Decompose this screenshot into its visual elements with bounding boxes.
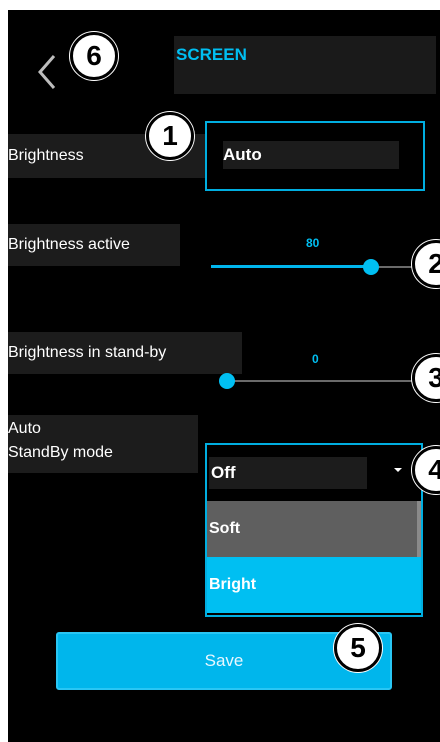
back-button[interactable] bbox=[34, 46, 66, 98]
slider-thumb[interactable] bbox=[363, 259, 379, 275]
callout-1: 1 bbox=[146, 112, 194, 160]
page-title: SCREEN bbox=[174, 36, 436, 94]
brightness-active-slider[interactable] bbox=[211, 255, 440, 279]
callout-6: 6 bbox=[70, 32, 118, 80]
dropdown-option-bright[interactable]: Bright bbox=[207, 557, 421, 613]
page-title-text: SCREEN bbox=[176, 45, 247, 64]
slider-thumb[interactable] bbox=[219, 373, 235, 389]
callout-3: 3 bbox=[412, 354, 440, 402]
auto-standby-label-line2: StandBy mode bbox=[8, 444, 113, 461]
caret-down-icon[interactable] bbox=[393, 465, 403, 475]
brightness-active-label: Brightness active bbox=[8, 224, 180, 266]
dropdown-option-soft[interactable]: Soft bbox=[207, 501, 421, 557]
slider-track bbox=[225, 380, 440, 382]
callout-2: 2 bbox=[412, 240, 440, 288]
brightness-standby-value: 0 bbox=[312, 352, 319, 366]
callout-5: 5 bbox=[334, 624, 382, 672]
auto-standby-dropdown[interactable]: Off Soft Bright bbox=[205, 443, 423, 617]
brightness-select[interactable]: Auto bbox=[205, 121, 425, 191]
brightness-standby-label: Brightness in stand-by bbox=[8, 332, 242, 374]
chevron-left-icon bbox=[38, 55, 56, 89]
auto-standby-label-line1: Auto bbox=[8, 420, 41, 437]
auto-standby-selected-value[interactable]: Off bbox=[209, 457, 367, 489]
auto-standby-label: Auto StandBy mode bbox=[8, 415, 198, 473]
brightness-select-value: Auto bbox=[223, 141, 399, 169]
brightness-standby-slider[interactable] bbox=[219, 369, 440, 393]
screen-settings-panel: 6 SCREEN Brightness 1 Auto Brightness ac… bbox=[8, 10, 440, 742]
slider-fill bbox=[211, 265, 371, 268]
brightness-active-value: 80 bbox=[306, 236, 320, 250]
